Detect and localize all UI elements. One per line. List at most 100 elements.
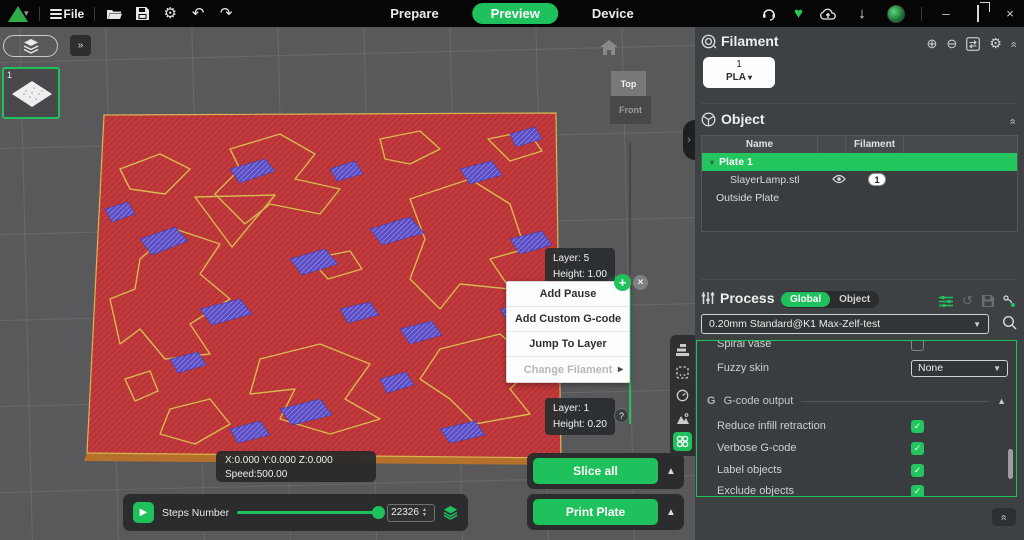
remove-filament-button[interactable]: ⊖	[946, 36, 957, 52]
speed-view-button[interactable]	[673, 386, 692, 405]
file-menu[interactable]: File	[50, 7, 85, 21]
menu-item-jump-to-layer[interactable]: Jump To Layer	[507, 332, 629, 357]
collapse-section-chevron[interactable]: ▲	[997, 396, 1006, 406]
exclude-objects-checkbox[interactable]	[911, 485, 924, 498]
layers-mode-icon[interactable]	[443, 505, 458, 520]
expand-triangle-icon[interactable]: ▾	[710, 158, 714, 167]
support-headset-button[interactable]	[760, 5, 778, 23]
table-row-model[interactable]: SlayerLamp.stl 1	[702, 171, 1017, 189]
viewcube-front[interactable]: Front	[610, 96, 651, 124]
model-row-label: SlayerLamp.stl	[730, 174, 799, 186]
favorite-heart-icon[interactable]: ♥	[794, 5, 803, 22]
coords-line: X:0.000 Y:0.000 Z:0.000	[225, 454, 367, 468]
steps-playback-bar: ▶ Steps Number ▲▼	[123, 494, 468, 531]
section-gcode-output[interactable]: G G-code output ▲	[697, 391, 1016, 411]
selection-view-button[interactable]	[673, 363, 692, 382]
filament-material-dropdown[interactable]: PLA	[703, 72, 775, 85]
viewcube-top[interactable]: Top	[611, 71, 646, 96]
add-layer-mark-button[interactable]: +	[614, 274, 631, 291]
collapse-object-icon[interactable]: «	[1006, 118, 1018, 123]
add-filament-button[interactable]: ⊕	[927, 36, 938, 52]
redo-button[interactable]: ↷	[217, 5, 235, 23]
preview-viewport[interactable]: » 1 Top Front › + ✕ Layer: 5	[0, 27, 695, 540]
compare-preset-icon[interactable]	[1003, 295, 1016, 308]
param-row-verbose-gcode[interactable]: Verbose G-code	[697, 438, 1016, 458]
help-button[interactable]: ?	[614, 408, 629, 423]
collapse-filament-icon[interactable]: «	[1007, 41, 1019, 46]
table-row-plate[interactable]: ▾ Plate 1	[702, 153, 1017, 171]
filament-title: Filament	[721, 33, 779, 49]
search-parameters-button[interactable]	[1002, 315, 1017, 330]
tab-prepare[interactable]: Prepare	[380, 3, 448, 24]
close-button[interactable]: ×	[1002, 6, 1018, 21]
settings-gear-button[interactable]: ⚙	[161, 5, 179, 23]
play-button[interactable]: ▶	[133, 502, 154, 523]
scrollbar-thumb[interactable]	[1008, 449, 1013, 479]
layer-view-button[interactable]	[673, 432, 692, 451]
print-options-chevron[interactable]: ▲	[664, 507, 678, 518]
filament-settings-button[interactable]: ⚙	[989, 35, 1002, 52]
slice-all-button[interactable]: Slice all	[533, 458, 658, 484]
home-view-button[interactable]	[600, 40, 618, 60]
divider	[801, 401, 989, 402]
save-preset-icon[interactable]	[982, 295, 994, 307]
model-filament-badge[interactable]: 1	[868, 173, 886, 186]
tune-parameters-icon[interactable]	[939, 295, 953, 308]
app-logo[interactable]: ▾	[8, 6, 29, 22]
label-objects-checkbox[interactable]	[911, 464, 924, 477]
undo-button[interactable]: ↶	[189, 5, 207, 23]
panel-collapse-handle[interactable]: ›	[683, 120, 695, 160]
param-row-label-objects[interactable]: Label objects	[697, 460, 1016, 480]
plate-preview-icon	[12, 81, 52, 107]
remove-layer-mark-button[interactable]: ✕	[633, 275, 648, 290]
expand-panel-button[interactable]: »	[70, 35, 91, 56]
mesh-view-button[interactable]	[673, 409, 692, 428]
steps-label: Steps Number	[162, 507, 229, 519]
cloud-upload-button[interactable]	[819, 5, 837, 23]
spinner-arrows[interactable]: ▲▼	[422, 508, 427, 518]
steps-slider-knob[interactable]	[372, 506, 385, 519]
download-button[interactable]: ↓	[853, 5, 871, 23]
user-avatar[interactable]	[887, 5, 905, 23]
tab-device[interactable]: Device	[582, 3, 644, 24]
tooltip-layer: Layer: 1	[553, 401, 607, 417]
tab-preview[interactable]: Preview	[473, 3, 558, 24]
table-row-outside-plate[interactable]: Outside Plate	[702, 189, 1017, 207]
menu-item-add-custom-gcode[interactable]: Add Custom G-code	[507, 307, 629, 332]
minimize-button[interactable]: –	[938, 6, 954, 21]
menu-item-add-pause[interactable]: Add Pause	[507, 282, 629, 307]
param-row-fuzzy-skin[interactable]: Fuzzy skin None ▼	[697, 358, 1016, 378]
collapse-process-panel-button[interactable]: «	[992, 508, 1016, 526]
steps-slider[interactable]	[237, 511, 379, 514]
steps-number-input[interactable]	[388, 507, 422, 518]
filament-slot-1[interactable]: 1 PLA	[703, 57, 775, 88]
param-row-reduce-infill-retraction[interactable]: Reduce infill retraction	[697, 416, 1016, 436]
verbose-gcode-checkbox[interactable]	[911, 442, 924, 455]
open-folder-button[interactable]	[105, 5, 123, 23]
param-label: Spiral vase	[717, 340, 771, 350]
fuzzy-skin-dropdown[interactable]: None ▼	[911, 360, 1008, 377]
reduce-infill-retraction-checkbox[interactable]	[911, 420, 924, 433]
menu-item-change-filament[interactable]: Change Filament	[507, 357, 629, 382]
steps-number-spinner[interactable]: ▲▼	[387, 504, 435, 522]
line-type-view-button[interactable]	[673, 340, 692, 359]
param-row-exclude-objects[interactable]: Exclude objects	[697, 481, 1016, 497]
layer-slider-track-upper[interactable]	[629, 143, 631, 275]
object-table-header: Name Filament	[702, 136, 1017, 153]
slice-options-chevron[interactable]: ▲	[664, 466, 678, 477]
restore-button[interactable]	[970, 6, 986, 21]
print-plate-button[interactable]: Print Plate	[533, 499, 658, 525]
toggle-global[interactable]: Global	[781, 292, 830, 307]
toggle-object[interactable]: Object	[830, 292, 879, 307]
plate-thumbnail[interactable]: 1	[2, 67, 60, 119]
reset-preset-icon[interactable]: ↺	[962, 293, 973, 309]
plate-list-button[interactable]	[3, 35, 58, 57]
visibility-eye-icon[interactable]	[832, 174, 846, 184]
spiral-vase-checkbox[interactable]	[911, 340, 924, 351]
swap-filament-button[interactable]	[966, 37, 980, 51]
preset-dropdown[interactable]: 0.20mm Standard@K1 Max-Zelf-test ▼	[701, 314, 989, 334]
save-button[interactable]	[133, 5, 151, 23]
speed-line: Speed:500.00	[225, 468, 367, 482]
process-title: Process	[720, 290, 774, 306]
param-row-spiral-vase[interactable]: Spiral vase	[697, 340, 1016, 354]
